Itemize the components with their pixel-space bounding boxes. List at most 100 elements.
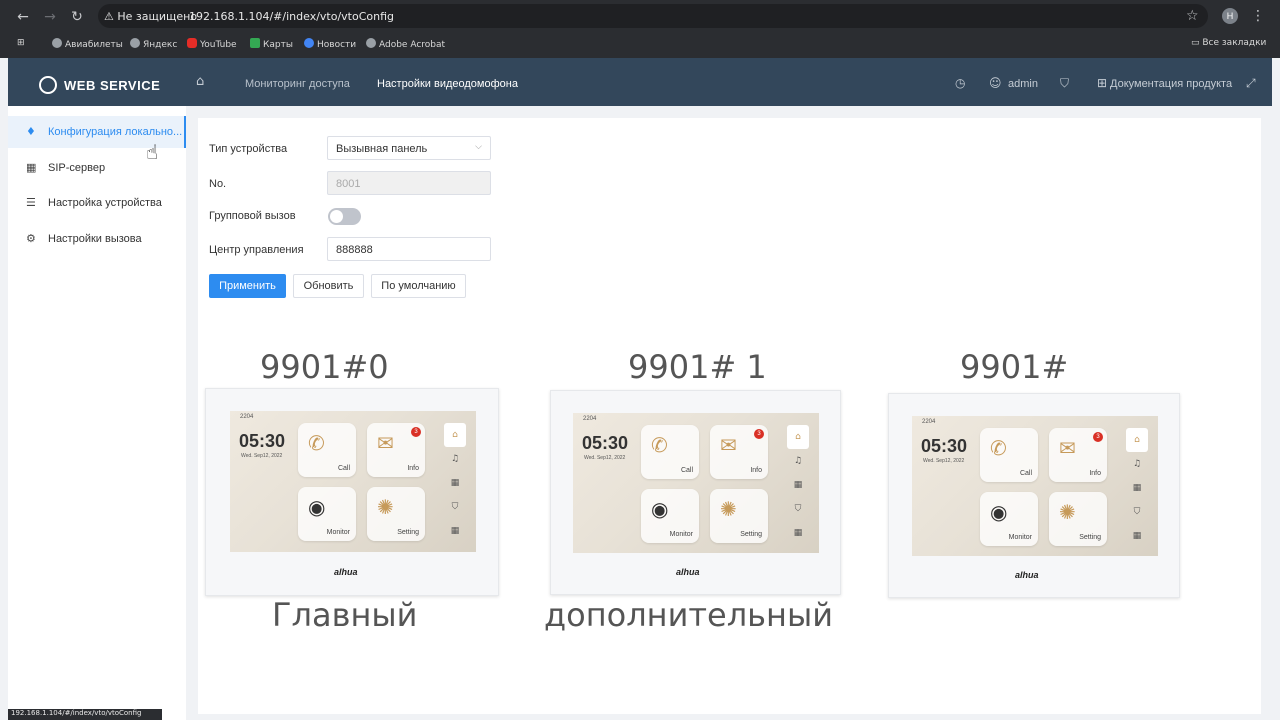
- group-call-toggle[interactable]: [328, 208, 361, 225]
- browser-menu-icon[interactable]: ⋮: [1251, 8, 1265, 24]
- bookmark-item[interactable]: Яндекс: [130, 38, 177, 50]
- info-tile: ✉ 3 Info: [1049, 428, 1107, 482]
- bookmark-star-icon[interactable]: ☆: [1186, 8, 1199, 24]
- monitor-panel: 2204 05:30 Wed. Sep12, 2022 ✆ Call ✉ 3 Info…: [550, 390, 841, 595]
- apps-icon: ▦: [793, 528, 803, 538]
- monitor-tile: ◉ Monitor: [641, 489, 699, 543]
- profile-avatar[interactable]: H: [1222, 8, 1238, 24]
- apps-icon: ▦: [450, 526, 460, 536]
- monitor-code: 9901# 1: [628, 348, 767, 386]
- sidebar-item-label: Настройка устройства: [48, 197, 162, 209]
- forward-icon[interactable]: →: [41, 8, 59, 26]
- bookmark-item[interactable]: Карты: [250, 38, 293, 50]
- setting-tile: ✺ Setting: [1049, 492, 1107, 546]
- sidebar-item-call-settings[interactable]: ⚙ Настройки вызова: [8, 223, 186, 255]
- monitor-code: 9901#: [960, 348, 1069, 386]
- shield-icon: ⛉: [451, 502, 459, 512]
- no-field: 8001: [327, 171, 491, 195]
- brand-logo: alhua: [676, 567, 700, 577]
- clock-time: 05:30: [582, 433, 629, 453]
- fullscreen-icon[interactable]: ⤢: [1246, 76, 1256, 91]
- logo-icon: [39, 76, 57, 94]
- refresh-button[interactable]: Обновить: [293, 274, 364, 298]
- user-name[interactable]: admin: [1008, 78, 1038, 90]
- room-number: 2204: [583, 416, 597, 422]
- bookmark-item[interactable]: Новости: [304, 38, 356, 50]
- gear-icon: ✺: [1059, 500, 1076, 524]
- globe-icon: [366, 38, 376, 48]
- insecure-badge[interactable]: ⚠ Не защищено: [104, 10, 197, 23]
- home-icon: ⌂: [787, 425, 809, 449]
- folder-icon: ▭: [1191, 38, 1203, 48]
- call-tile: ✆ Call: [298, 423, 356, 477]
- gear-icon: ✺: [720, 497, 737, 521]
- call-settings-icon: ⚙: [26, 232, 36, 245]
- bell-icon: ♫: [1132, 459, 1142, 469]
- monitor-screen: 2204 05:30 Wed. Sep12, 2022 ✆ Call ✉ 3 Info…: [573, 413, 819, 553]
- control-center-field[interactable]: 888888: [327, 237, 491, 261]
- device-type-select[interactable]: Вызывная панель ⌵: [327, 136, 491, 160]
- app-header: WEB SERVICE ⌂ Мониторинг доступа Настрой…: [8, 58, 1272, 106]
- envelope-icon: ✉: [720, 433, 737, 457]
- mic-icon: ♦: [26, 125, 36, 138]
- monitor-tile: ◉ Monitor: [298, 487, 356, 541]
- all-bookmarks[interactable]: ▭ Все закладки: [1191, 38, 1266, 48]
- bell-icon: ♫: [793, 456, 803, 466]
- info-tile: ✉ 3 Info: [367, 423, 425, 477]
- home-icon[interactable]: ⌂: [196, 74, 204, 89]
- screen-side-icons: ⌂ ♫ ▦ ⛉ ▦: [444, 423, 466, 543]
- clock-icon[interactable]: ◷: [955, 76, 965, 90]
- device-type-value: Вызывная панель: [336, 143, 428, 155]
- device-type-label: Тип устройства: [209, 143, 288, 155]
- sidebar-item-label: Настройки вызова: [48, 233, 142, 245]
- bookmark-item[interactable]: Adobe Acrobat: [366, 38, 445, 50]
- bookmarks-bar: ⊞ Авиабилеты Яндекс YouTube Карты Новост…: [0, 33, 1280, 55]
- apps-grid-icon[interactable]: ⊞: [17, 38, 25, 48]
- bookmark-item[interactable]: Авиабилеты: [52, 38, 123, 50]
- monitor-tile: ◉ Monitor: [980, 492, 1038, 546]
- phone-icon: ✆: [651, 433, 668, 457]
- hand-cursor-icon: ☝: [146, 140, 159, 164]
- apply-button[interactable]: Применить: [209, 274, 286, 298]
- youtube-icon: [187, 38, 197, 48]
- bookmark-item[interactable]: YouTube: [187, 38, 237, 50]
- sidebar-item-sip-server[interactable]: ▦ SIP-сервер: [8, 152, 186, 184]
- phone-icon: ✆: [990, 436, 1007, 460]
- toggle-knob: [330, 210, 343, 223]
- sidebar: ♦ Конфигурация локально... ▦ SIP-сервер …: [8, 106, 186, 720]
- gear-icon: ✺: [377, 495, 394, 519]
- envelope-icon: ✉: [1059, 436, 1076, 460]
- globe-icon: [130, 38, 140, 48]
- monitor-code: 9901#0: [260, 348, 389, 386]
- docs-link[interactable]: Документация продукта: [1110, 78, 1232, 90]
- setting-tile: ✺ Setting: [367, 487, 425, 541]
- news-icon: [304, 38, 314, 48]
- default-button[interactable]: По умолчанию: [371, 274, 466, 298]
- reload-icon[interactable]: ↻: [68, 8, 86, 26]
- sidebar-item-local-config[interactable]: ♦ Конфигурация локально...: [8, 116, 186, 148]
- screen-side-icons: ⌂ ♫ ▦ ⛉ ▦: [1126, 428, 1148, 548]
- monitor-panel: 2204 05:30 Wed. Sep12, 2022 ✆ Call ✉ 3 Info…: [888, 393, 1180, 598]
- brand-logo: alhua: [334, 567, 358, 577]
- server-icon: ▦: [26, 161, 37, 174]
- chevron-down-icon: ⌵: [475, 142, 482, 152]
- sidebar-item-device-settings[interactable]: ☰ Настройка устройства: [8, 187, 186, 219]
- docs-icon[interactable]: ⊞: [1097, 76, 1107, 90]
- user-icon[interactable]: ☺: [989, 76, 1002, 90]
- maps-icon: [250, 38, 260, 48]
- brand-logo: alhua: [1015, 570, 1039, 580]
- grid-icon: ▦: [793, 480, 803, 490]
- nav-intercom-settings[interactable]: Настройки видеодомофона: [377, 78, 518, 90]
- clock-date: Wed. Sep12, 2022: [241, 453, 283, 459]
- monitor-screen: 2204 05:30 Wed. Sep12, 2022 ✆ Call ✉ 3 Info…: [230, 411, 476, 552]
- grid-icon: ▦: [1132, 483, 1142, 493]
- shield-icon[interactable]: ⛉: [1060, 76, 1069, 91]
- app-logo: WEB SERVICE: [64, 78, 161, 93]
- setting-tile: ✺ Setting: [710, 489, 768, 543]
- nav-access-monitoring[interactable]: Мониторинг доступа: [245, 78, 350, 90]
- monitor-caption: дополнительный: [544, 596, 833, 634]
- group-call-label: Групповой вызов: [209, 210, 296, 222]
- url-text[interactable]: 192.168.1.104/#/index/vto/vtoConfig: [189, 10, 394, 23]
- back-icon[interactable]: ←: [14, 8, 32, 26]
- room-number: 2204: [240, 414, 254, 420]
